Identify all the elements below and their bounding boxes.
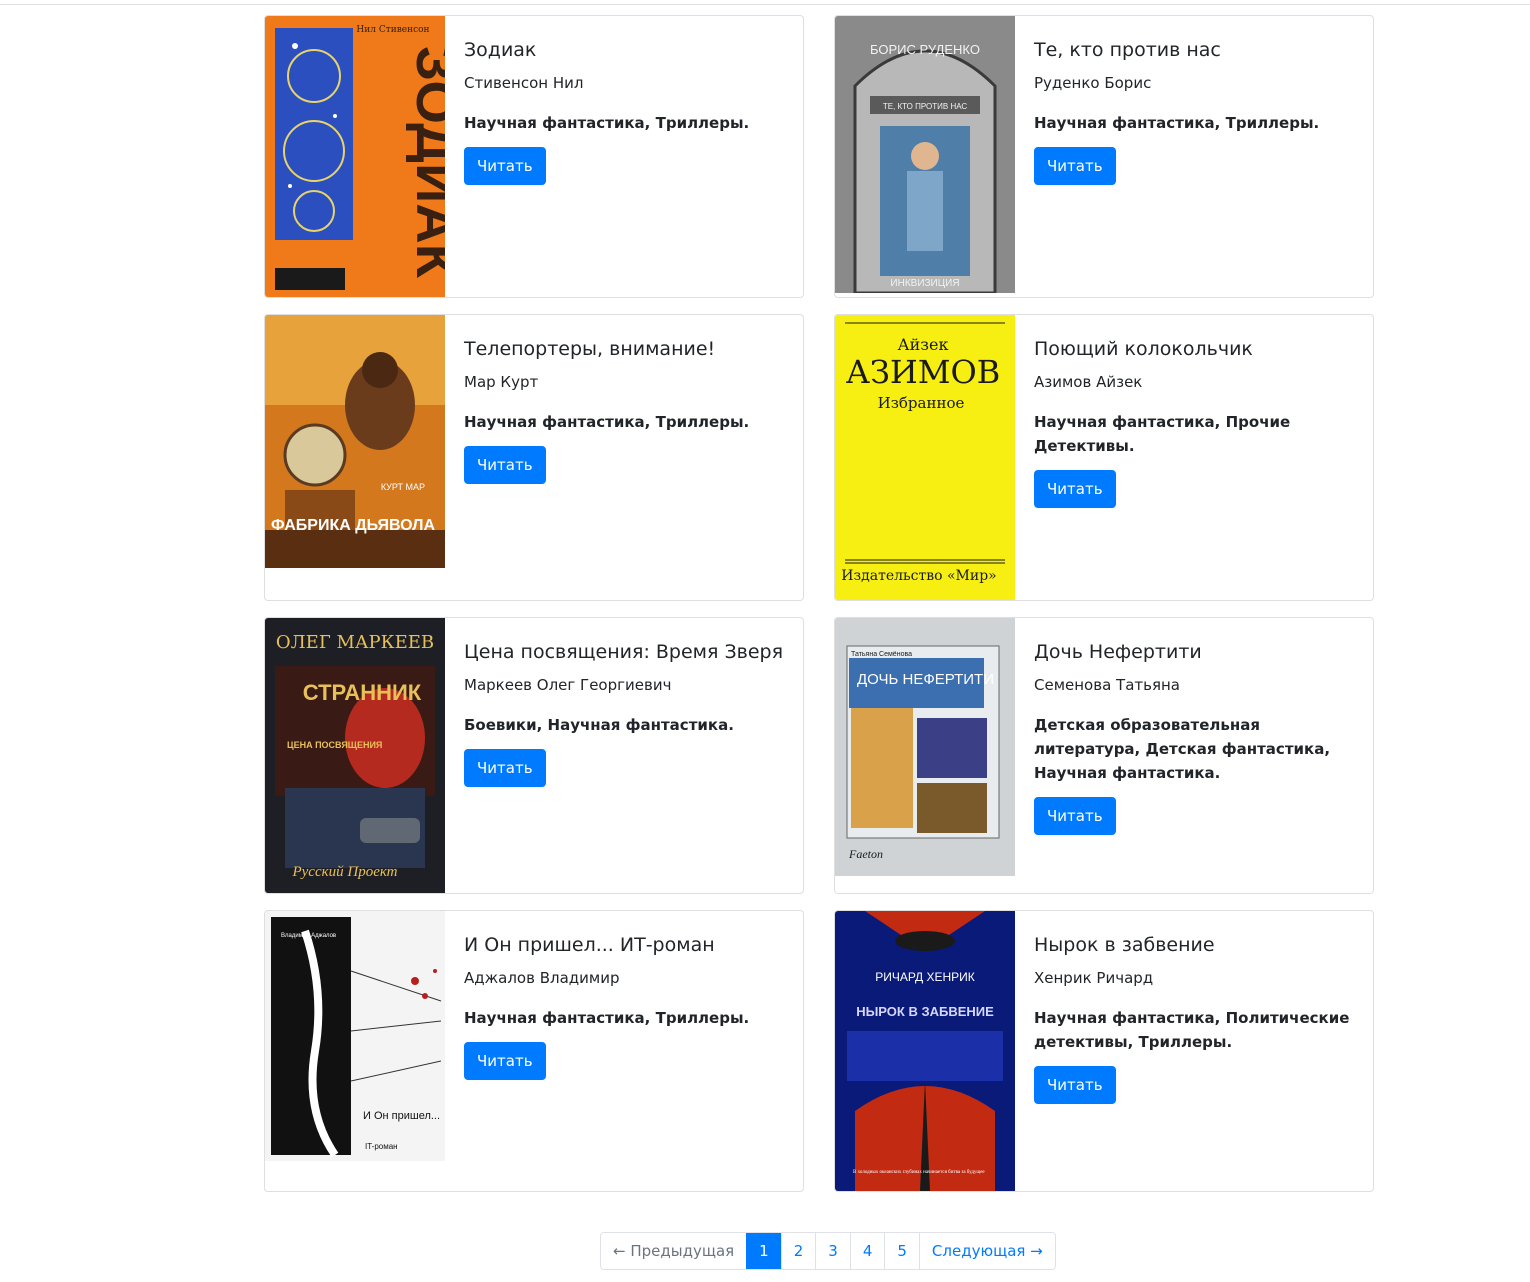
book-title[interactable]: Нырок в забвение xyxy=(1034,933,1364,957)
book-title[interactable]: Цена посвящения: Время Зверя xyxy=(464,640,794,664)
cover-subtitle-text: Избранное xyxy=(878,394,965,412)
book-title[interactable]: Те, кто против нас xyxy=(1034,38,1364,62)
cover-title-text: ЗОДИАК xyxy=(405,46,445,279)
book-cover-image[interactable]: ОЛЕГ МАРКЕЕВ СТРАННИК ЦЕНА ПОСВЯЩЕНИЯ Ру… xyxy=(265,618,445,893)
page-link-1[interactable]: 1 xyxy=(746,1233,781,1269)
read-button[interactable]: Читать xyxy=(464,147,546,185)
book-author: Азимов Айзек xyxy=(1034,373,1143,391)
book-card: РИЧАРД ХЕНРИК НЫРОК В ЗАБВЕНИЕ В холодны… xyxy=(834,910,1374,1192)
book-genres: Детская образовательная литература, Детс… xyxy=(1034,716,1331,782)
cover-title-text: ФАБРИКА ДЬЯВОЛА xyxy=(271,517,435,534)
read-button[interactable]: Читать xyxy=(464,446,546,484)
book-author: Руденко Борис xyxy=(1034,74,1152,92)
page-link-2[interactable]: 2 xyxy=(780,1233,816,1269)
cover-subtitle-text: IT-роман xyxy=(365,1142,398,1151)
read-button[interactable]: Читать xyxy=(1034,470,1116,508)
book-cover-image[interactable]: КУРТ МАР ФАБРИКА ДЬЯВОЛА xyxy=(265,315,445,568)
pagination: ← Предыдущая 1 2 3 4 5 Следующая → xyxy=(600,1232,1056,1270)
cover-author-text: Владимир Аджалов xyxy=(281,933,336,939)
book-author: Маркеев Олег Георгиевич xyxy=(464,676,672,694)
cover-series-text: Русский Проект xyxy=(291,864,397,880)
book-cover-image[interactable]: Татьяна Семёнова ДОЧЬ НЕФЕРТИТИ Faeton xyxy=(835,618,1015,876)
book-genres: Научная фантастика, Триллеры. xyxy=(464,114,750,132)
book-genres: Научная фантастика, Триллеры. xyxy=(464,1009,750,1027)
book-card: ОЛЕГ МАРКЕЕВ СТРАННИК ЦЕНА ПОСВЯЩЕНИЯ Ру… xyxy=(264,617,804,894)
read-button[interactable]: Читать xyxy=(1034,797,1116,835)
cover-author-text: Татьяна Семёнова xyxy=(851,651,912,658)
book-genres: Боевики, Научная фантастика. xyxy=(464,716,734,734)
cover-title-text: НЫРОК В ЗАБВЕНИЕ xyxy=(856,1004,994,1019)
page-link-3[interactable]: 3 xyxy=(815,1233,850,1269)
book-title[interactable]: Зодиак xyxy=(464,38,794,62)
book-title[interactable]: Дочь Нефертити xyxy=(1034,640,1364,664)
cover-series-text: ИНКВИЗИЦИЯ xyxy=(890,278,959,289)
cover-author-last-text: АЗИМОВ xyxy=(846,353,1001,391)
cover-author-text: Нил Стивенсон xyxy=(356,25,429,35)
book-genres: Научная фантастика, Триллеры. xyxy=(1034,114,1320,132)
book-title[interactable]: И Он пришел... ИТ-роман xyxy=(464,933,794,957)
book-author: Хенрик Ричард xyxy=(1034,969,1154,987)
prev-page-link[interactable]: ← Предыдущая xyxy=(601,1233,747,1269)
cover-author-first-text: Айзек xyxy=(898,335,949,354)
book-card: Айзек АЗИМОВ Избранное Издательство «Мир… xyxy=(834,314,1374,601)
cover-title-text: СТРАННИК xyxy=(303,680,422,705)
book-genres: Научная фантастика, Политические детекти… xyxy=(1034,1009,1350,1051)
book-author: Аджалов Владимир xyxy=(464,969,620,987)
cover-subtitle-text: ЦЕНА ПОСВЯЩЕНИЯ xyxy=(287,740,382,750)
cover-title-text: И Он пришел... xyxy=(363,1110,440,1122)
book-author: Стивенсон Нил xyxy=(464,74,584,92)
cover-author-text: КУРТ МАР xyxy=(381,482,425,492)
book-cover-image[interactable]: Владимир Аджалов И Он пришел... IT-роман xyxy=(265,911,445,1161)
book-card: БОРИС РУДЕНКО ТЕ, КТО ПРОТИВ НАС ИНКВИЗИ… xyxy=(834,15,1374,298)
cover-author-text: ОЛЕГ МАРКЕЕВ xyxy=(276,632,434,653)
page-link-4[interactable]: 4 xyxy=(849,1233,885,1269)
book-card: КУРТ МАР ФАБРИКА ДЬЯВОЛА Телепортеры, вн… xyxy=(264,314,804,601)
book-genres: Научная фантастика, Прочие Детективы. xyxy=(1034,413,1291,455)
read-button[interactable]: Читать xyxy=(464,749,546,787)
book-title[interactable]: Поющий колокольчик xyxy=(1034,337,1364,361)
book-card: Татьяна Семёнова ДОЧЬ НЕФЕРТИТИ Faeton Д… xyxy=(834,617,1374,894)
book-genres: Научная фантастика, Триллеры. xyxy=(464,413,750,431)
read-button[interactable]: Читать xyxy=(1034,1066,1116,1104)
book-cover-image[interactable]: РИЧАРД ХЕНРИК НЫРОК В ЗАБВЕНИЕ В холодны… xyxy=(835,911,1015,1191)
read-button[interactable]: Читать xyxy=(1034,147,1116,185)
page-link-5[interactable]: 5 xyxy=(884,1233,919,1269)
book-author: Мар Курт xyxy=(464,373,539,391)
cover-title-text: ДОЧЬ НЕФЕРТИТИ xyxy=(857,671,994,688)
cover-author-text: БОРИС РУДЕНКО xyxy=(870,42,980,57)
book-author: Семенова Татьяна xyxy=(1034,676,1180,694)
book-cover-image[interactable]: Айзек АЗИМОВ Избранное Издательство «Мир… xyxy=(835,315,1015,600)
cover-title-text: ТЕ, КТО ПРОТИВ НАС xyxy=(883,102,968,111)
book-cover-image[interactable]: БОРИС РУДЕНКО ТЕ, КТО ПРОТИВ НАС ИНКВИЗИ… xyxy=(835,16,1015,293)
top-divider xyxy=(0,4,1530,5)
book-card: Владимир Аджалов И Он пришел... IT-роман… xyxy=(264,910,804,1192)
book-title[interactable]: Телепортеры, внимание! xyxy=(464,337,794,361)
cover-blurb-text: В холодных океанских глубинах начинается… xyxy=(853,1170,985,1175)
cover-publisher-text: Издательство «Мир» xyxy=(841,568,996,584)
read-button[interactable]: Читать xyxy=(464,1042,546,1080)
book-card: Нил Стивенсон ЗОДИАК Зодиак Стивенсон Ни… xyxy=(264,15,804,298)
next-page-link[interactable]: Следующая → xyxy=(918,1233,1055,1269)
book-cover-image[interactable]: Нил Стивенсон ЗОДИАК xyxy=(265,16,445,297)
cover-author-text: РИЧАРД ХЕНРИК xyxy=(875,970,975,984)
cover-publisher-text: Faeton xyxy=(848,847,883,861)
